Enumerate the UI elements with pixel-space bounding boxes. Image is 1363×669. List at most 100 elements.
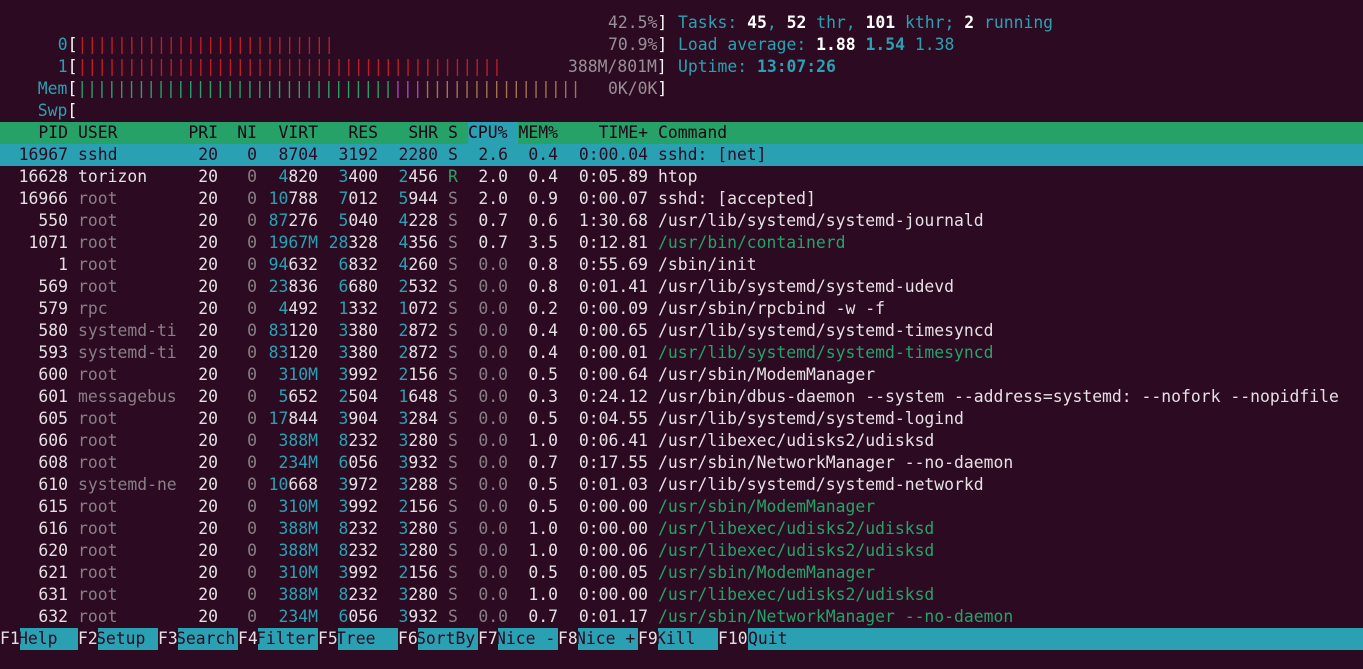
process-row[interactable]: 579 rpc 20 0 4492 1332 1072 S 0.0 0.2 0:00.09/usr/…	[0, 298, 1363, 320]
process-row[interactable]: 16628 torizon 20 0 4820 3400 2456 R 2.0 0.4 0:05.8…	[0, 166, 1363, 188]
process-command: /usr/sbin/ModemManager	[658, 365, 876, 384]
fkey-tree-button[interactable]: Tree	[336, 628, 375, 650]
fkey-f4[interactable]: F4	[238, 628, 258, 650]
column-header-cpu[interactable]: CPU%	[468, 122, 518, 144]
column-header-virt[interactable]: VIRT	[279, 122, 318, 144]
process-mem: 0.6	[528, 211, 558, 230]
process-res: 8232	[338, 431, 378, 450]
fkey-f1[interactable]: F1	[0, 628, 20, 650]
fkey-f6[interactable]: F6	[398, 628, 418, 650]
process-cpu: 0.0	[478, 387, 508, 406]
process-user: root	[78, 409, 118, 428]
fkey-search-button[interactable]: Search	[176, 628, 235, 650]
fkey-f9[interactable]: F9	[638, 628, 658, 650]
process-state: S	[448, 519, 458, 538]
column-header-user[interactable]: USER	[78, 122, 117, 144]
fkey-help-button[interactable]: Help	[18, 628, 57, 650]
process-command: /usr/libexec/udisks2/udisksd	[658, 541, 935, 560]
process-row[interactable]: 608 root 20 0 234M 6056 3932 S 0.0 0.7 0:17.55/usr…	[0, 452, 1363, 474]
process-mem: 0.9	[528, 189, 558, 208]
process-res: 3992	[338, 365, 378, 384]
process-ni: 0	[247, 211, 257, 230]
process-pri: 20	[198, 585, 218, 604]
fkey-f8[interactable]: F8	[558, 628, 578, 650]
process-cpu: 0.0	[478, 321, 508, 340]
process-cpu: 2.0	[478, 189, 508, 208]
process-row[interactable]: 616 root 20 0 388M 8232 3280 S 0.0 1.0 0:00.00/usr…	[0, 518, 1363, 540]
process-row[interactable]: 632 root 20 0 234M 6056 3932 S 0.0 0.7 0:01.17/usr…	[0, 606, 1363, 628]
process-row[interactable]: 593 systemd-ti 20 0 83120 3380 2872 S 0.0 0.4 0:00…	[0, 342, 1363, 364]
process-row[interactable]: 631 root 20 0 388M 8232 3280 S 0.0 1.0 0:00.00/usr…	[0, 584, 1363, 606]
fkey-f2[interactable]: F2	[78, 628, 98, 650]
column-header-state[interactable]: S	[448, 122, 458, 144]
fkey-filter-button[interactable]: Filter	[256, 628, 315, 650]
process-row[interactable]: 615 root 20 0 310M 3992 2156 S 0.0 0.5 0:00.00/usr…	[0, 496, 1363, 518]
column-header-shr[interactable]: SHR	[408, 122, 438, 144]
fkey-setup-button[interactable]: Setup	[96, 628, 145, 650]
process-res: 6680	[338, 277, 378, 296]
process-row[interactable]: 610 systemd-ne 20 0 10668 3972 3288 S 0.0 0.5 0:01…	[0, 474, 1363, 496]
process-row[interactable]: 601 messagebus 20 0 5652 2504 1648 S 0.0 0.3 0:24.…	[0, 386, 1363, 408]
column-header-command[interactable]: Command	[658, 122, 727, 144]
process-state: S	[448, 365, 458, 384]
cpu1-percent: 70.9%	[608, 35, 658, 54]
process-row[interactable]: 16966 root 20 0 10788 7012 5944 S 2.0 0.9 0:00.07 s…	[0, 188, 1363, 210]
process-row[interactable]: 620 root 20 0 388M 8232 3280 S 0.0 1.0 0:00.06/usr…	[0, 540, 1363, 562]
process-command: htop	[658, 167, 698, 186]
process-pid: 615	[38, 497, 68, 516]
process-res: 3400	[338, 167, 378, 186]
column-header-res[interactable]: RES	[348, 122, 378, 144]
process-pid: 621	[38, 563, 68, 582]
column-header-mem[interactable]: MEM%	[519, 122, 558, 144]
column-header-time[interactable]: TIME+	[599, 122, 648, 144]
fkey-nice-button[interactable]: Nice +	[576, 628, 635, 650]
process-row[interactable]: 600 root 20 0 310M 3992 2156 S 0.0 0.5 0:00.64/usr…	[0, 364, 1363, 386]
process-pri: 20	[198, 607, 218, 626]
fkey-f3[interactable]: F3	[158, 628, 178, 650]
column-header-pri[interactable]: PRI	[188, 122, 218, 144]
fkey-f7[interactable]: F7	[478, 628, 498, 650]
process-pid: 632	[38, 607, 68, 626]
process-time: 0:05.89	[578, 167, 648, 186]
process-user: root	[78, 365, 118, 384]
process-row[interactable]: 1 root 20 0 94632 6832 4260 S 0.0 0.8 0:55.69/sbin…	[0, 254, 1363, 276]
process-time: 0:00.05	[578, 563, 648, 582]
process-cpu: 0.0	[478, 365, 508, 384]
process-mem: 0.4	[528, 167, 558, 186]
fkey-sortby-button[interactable]: SortBy	[416, 628, 475, 650]
process-mem: 1.0	[528, 541, 558, 560]
process-time: 0:55.69	[578, 255, 648, 274]
process-shr: 3280	[398, 519, 438, 538]
process-row[interactable]: 580 systemd-ti 20 0 83120 3380 2872 S 0.0 0.4 0:00…	[0, 320, 1363, 342]
process-user: systemd-ne	[78, 475, 177, 494]
fkey-nice-button[interactable]: Nice -	[496, 628, 555, 650]
column-header: PID USER PRI NI VIRT RES SHR S CPU% MEM% TIME+ Comm…	[0, 122, 1363, 144]
process-mem: 0.5	[528, 409, 558, 428]
process-res: 3972	[338, 475, 378, 494]
process-shr: 3288	[398, 475, 438, 494]
process-time: 0:00.04	[578, 145, 648, 164]
fkey-f5[interactable]: F5	[318, 628, 338, 650]
process-row[interactable]: 606 root 20 0 388M 8232 3280 S 0.0 1.0 0:06.41/usr…	[0, 430, 1363, 452]
column-header-ni[interactable]: NI	[237, 122, 257, 144]
process-user: systemd-ti	[78, 321, 177, 340]
process-res: 3192	[338, 145, 378, 164]
process-time: 0:01.41	[578, 277, 648, 296]
process-mem: 0.7	[528, 607, 558, 626]
process-row[interactable]: 16967 sshd 20 0 8704 3192 2280 S 2.6 0.4 0:00.04 ss…	[0, 144, 1363, 166]
process-row[interactable]: 569 root 20 0 23836 6680 2532 S 0.0 0.8 0:01.41/us…	[0, 276, 1363, 298]
process-virt: 83120	[268, 343, 318, 362]
process-ni: 0	[247, 475, 257, 494]
process-row[interactable]: 1071 root 20 0 1967M 28328 4356 S 0.7 3.5 0:12.81 /…	[0, 232, 1363, 254]
process-row[interactable]: 605 root 20 0 17844 3904 3284 S 0.0 0.5 0:04.55/us…	[0, 408, 1363, 430]
process-pri: 20	[198, 167, 218, 186]
process-virt: 23836	[268, 277, 318, 296]
load-1min: 1.88	[816, 35, 856, 54]
process-row[interactable]: 550 root 20 0 87276 5040 4228 S 0.7 0.6 1:30.68/us…	[0, 210, 1363, 232]
fkey-kill-button[interactable]: Kill	[656, 628, 695, 650]
fkey-quit-button[interactable]: Quit	[748, 628, 787, 650]
column-header-pid[interactable]: PID	[38, 122, 68, 144]
fkey-f10[interactable]: F10	[718, 628, 748, 650]
cpu0-percent: 42.5%	[608, 13, 658, 32]
process-row[interactable]: 621 root 20 0 310M 3992 2156 S 0.0 0.5 0:00.05/usr…	[0, 562, 1363, 584]
